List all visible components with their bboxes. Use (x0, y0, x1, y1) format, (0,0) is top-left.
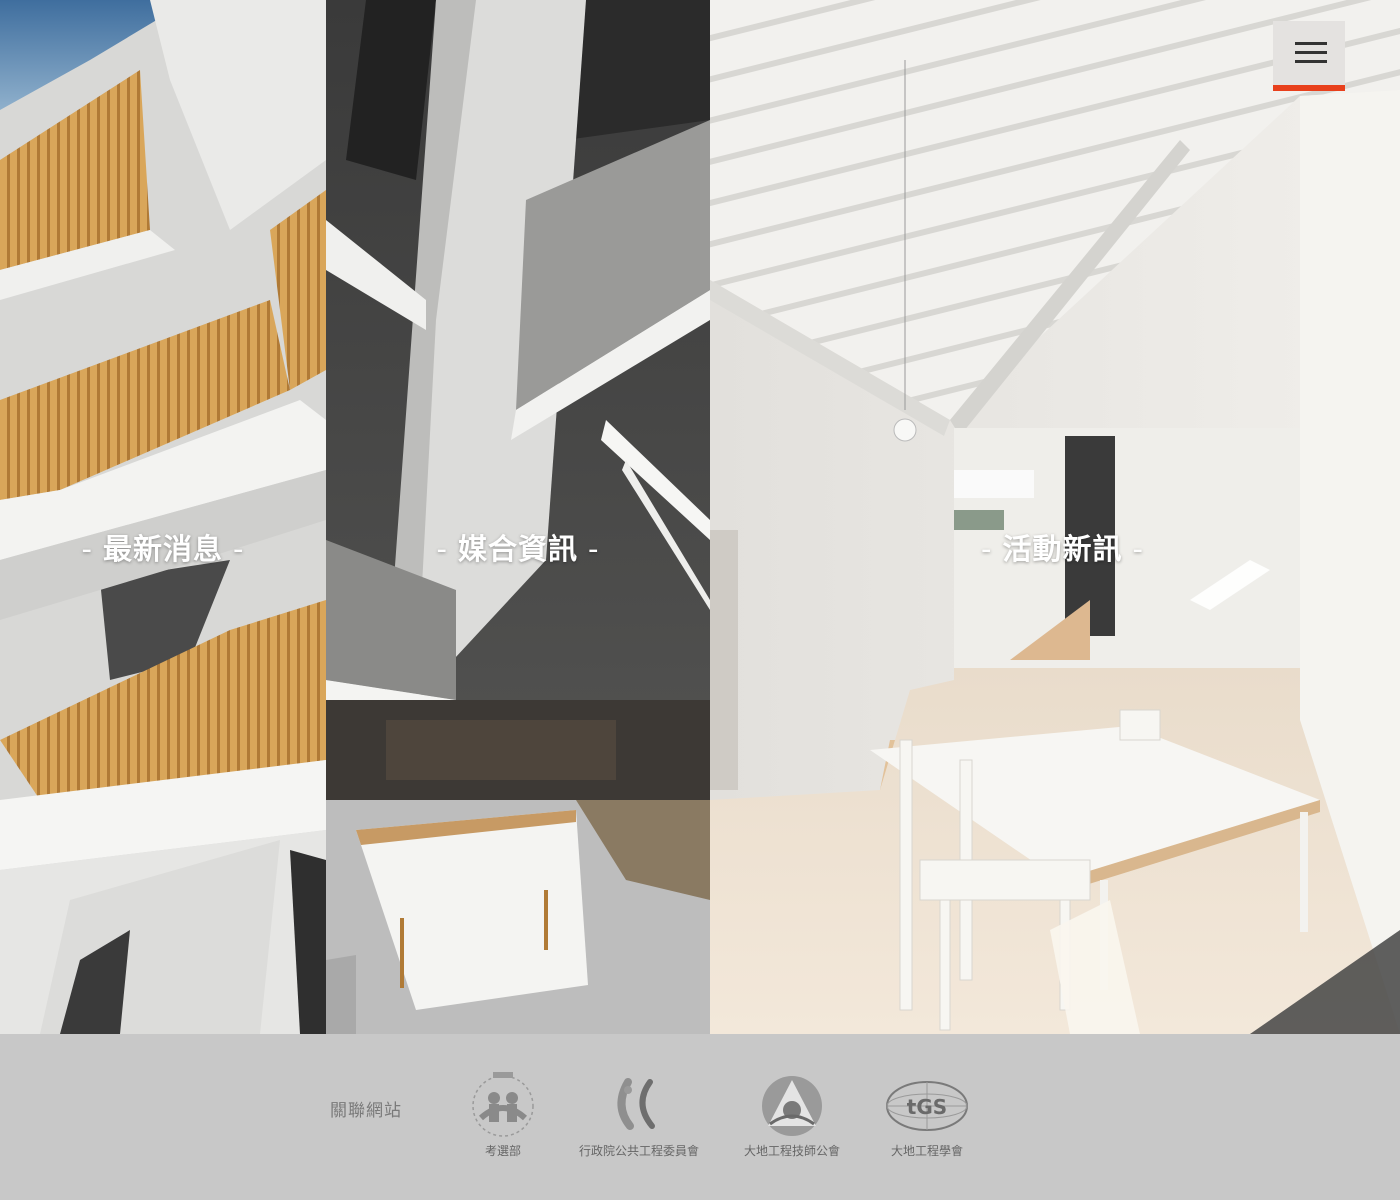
related-sites-title: 關聯網站 (330, 1101, 402, 1121)
related-site-caption: 行政院公共工程委員會 (578, 1144, 699, 1158)
building-facade-image (0, 0, 326, 1034)
hamburger-icon-bar (1295, 60, 1327, 63)
svg-text:tGS: tGS (907, 1095, 947, 1119)
hamburger-icon-bar (1295, 51, 1327, 54)
panel-event-news[interactable]: - 活動新訊 - (710, 0, 1400, 1034)
hamburger-icon (1295, 42, 1327, 45)
related-site-pcc[interactable]: 行政院公共工程委員會 (559, 1068, 719, 1168)
panel-latest-news[interactable]: - 最新消息 - (0, 0, 326, 1034)
page: - 最新消息 - - 媒合資訊 - - 活動新訊 - 關聯網站 考選部 行政院公… (0, 0, 1400, 1200)
related-site-tgs[interactable]: tGS 大地工程學會 (847, 1068, 1007, 1168)
dining-room-image (710, 0, 1400, 1034)
panel-label-event-news: - 活動新訊 - (981, 532, 1144, 566)
panel-label-matching-info: - 媒合資訊 - (436, 532, 600, 566)
related-site-caption: 大地工程學會 (890, 1144, 963, 1158)
menu-button[interactable] (1273, 21, 1345, 91)
footer: 關聯網站 考選部 行政院公共工程委員會 大地工程技師公會 tGS 大地工程學會 (0, 1034, 1400, 1200)
tgs-logo: tGS (847, 1068, 1007, 1140)
panel-matching-info[interactable]: - 媒合資訊 - (326, 0, 710, 1034)
pcc-logo (559, 1068, 719, 1140)
atrium-interior-image (326, 0, 710, 1034)
hero-panels: - 最新消息 - - 媒合資訊 - - 活動新訊 - (0, 0, 1400, 1034)
panel-label-latest-news: - 最新消息 - (81, 532, 245, 566)
